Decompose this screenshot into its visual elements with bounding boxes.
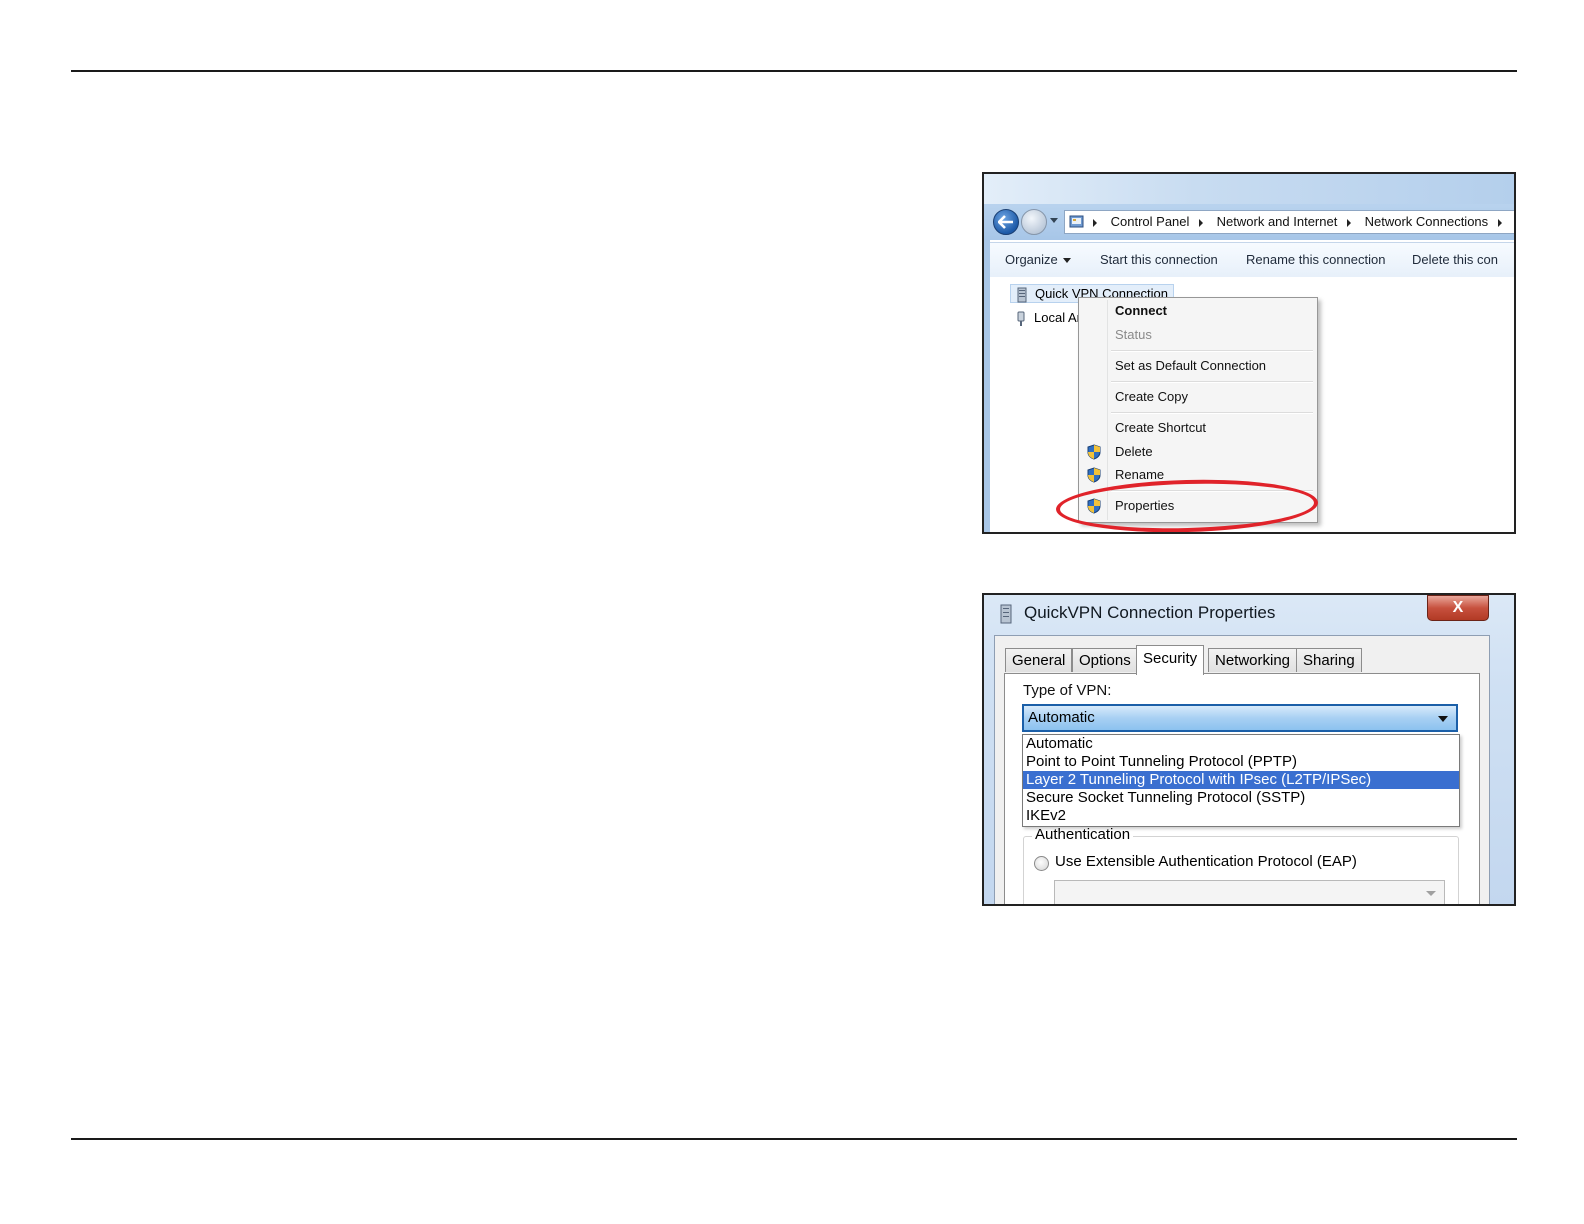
eap-method-select[interactable]: [1054, 880, 1445, 904]
close-button[interactable]: X: [1427, 595, 1489, 621]
menu-item-status: Status: [1115, 327, 1152, 342]
vpn-option[interactable]: Point to Point Tunneling Protocol (PPTP): [1023, 753, 1459, 771]
breadcrumb-separator-icon: [1497, 218, 1502, 227]
top-rule: [71, 70, 1517, 72]
bottom-rule: [71, 1138, 1517, 1140]
vpn-connection-icon: [1000, 604, 1012, 624]
vpn-option[interactable]: Automatic: [1023, 735, 1459, 753]
vpn-type-select[interactable]: Automatic: [1022, 704, 1458, 732]
breadcrumb-item[interactable]: Control Panel: [1111, 211, 1190, 233]
vpn-connection-icon: [1017, 287, 1027, 303]
back-button[interactable]: [993, 209, 1019, 235]
breadcrumb-separator-icon: [1199, 218, 1204, 227]
command-bar: Organize Start this connection Rename th…: [990, 242, 1514, 278]
forward-button[interactable]: [1021, 209, 1047, 235]
breadcrumb-item[interactable]: Network Connections: [1365, 211, 1489, 233]
control-panel-icon: [1069, 215, 1084, 228]
menu-item-connect[interactable]: Connect: [1115, 303, 1167, 318]
back-arrow-icon: [998, 215, 1013, 229]
menu-item-create-copy[interactable]: Create Copy: [1115, 389, 1188, 404]
breadcrumb-item[interactable]: Network and Internet: [1217, 211, 1338, 233]
authentication-group: Authentication Use Extensible Authentica…: [1023, 826, 1459, 904]
tab-options[interactable]: Options: [1072, 648, 1138, 672]
vpn-type-dropdown: Automatic Point to Point Tunneling Proto…: [1022, 734, 1460, 827]
tab-networking[interactable]: Networking: [1208, 648, 1298, 672]
menu-item-create-shortcut[interactable]: Create Shortcut: [1115, 420, 1206, 435]
history-dropdown-icon[interactable]: [1050, 218, 1058, 223]
delete-connection-button[interactable]: Delete this con: [1412, 243, 1498, 277]
dialog-title: QuickVPN Connection Properties: [1024, 603, 1276, 622]
vpn-option[interactable]: IKEv2: [1023, 807, 1459, 825]
uac-shield-icon: [1087, 467, 1101, 483]
tab-general[interactable]: General: [1005, 648, 1073, 672]
menu-item-delete[interactable]: Delete: [1115, 444, 1153, 459]
menu-item-set-default[interactable]: Set as Default Connection: [1115, 358, 1266, 373]
menu-separator: [1111, 381, 1313, 383]
vpn-properties-screenshot: QuickVPN Connection Properties X General…: [982, 593, 1516, 906]
menu-separator: [1111, 350, 1313, 352]
organize-button[interactable]: Organize: [1005, 243, 1071, 277]
chevron-down-icon: [1062, 258, 1071, 264]
breadcrumb-separator-icon: [1346, 218, 1351, 227]
start-connection-button[interactable]: Start this connection: [1100, 243, 1218, 277]
authentication-title: Authentication: [1032, 826, 1134, 843]
eap-radio[interactable]: [1034, 856, 1049, 871]
breadcrumb-separator-icon: [1093, 218, 1097, 227]
address-bar[interactable]: Control Panel Network and Internet Netwo…: [1064, 210, 1514, 234]
breadcrumb: Control Panel Network and Internet Netwo…: [1093, 211, 1512, 233]
network-connections-screenshot: Control Panel Network and Internet Netwo…: [982, 172, 1516, 534]
vpn-option[interactable]: Secure Socket Tunneling Protocol (SSTP): [1023, 789, 1459, 807]
vpn-option-highlighted[interactable]: Layer 2 Tunneling Protocol with IPsec (L…: [1023, 771, 1459, 789]
network-cable-icon: [1017, 311, 1025, 326]
vpn-type-value: Automatic: [1028, 709, 1095, 726]
chevron-down-icon: [1438, 716, 1448, 722]
explorer-glass: [984, 174, 1514, 204]
tab-security[interactable]: Security: [1136, 645, 1205, 675]
rename-connection-button[interactable]: Rename this connection: [1246, 243, 1385, 277]
menu-item-rename[interactable]: Rename: [1115, 467, 1164, 482]
uac-shield-icon: [1087, 444, 1101, 460]
menu-separator: [1111, 412, 1313, 414]
chevron-down-icon: [1426, 891, 1436, 896]
vpn-type-label: Type of VPN:: [1023, 682, 1112, 699]
tab-sharing[interactable]: Sharing: [1296, 648, 1362, 672]
eap-radio-label[interactable]: Use Extensible Authentication Protocol (…: [1055, 853, 1357, 870]
